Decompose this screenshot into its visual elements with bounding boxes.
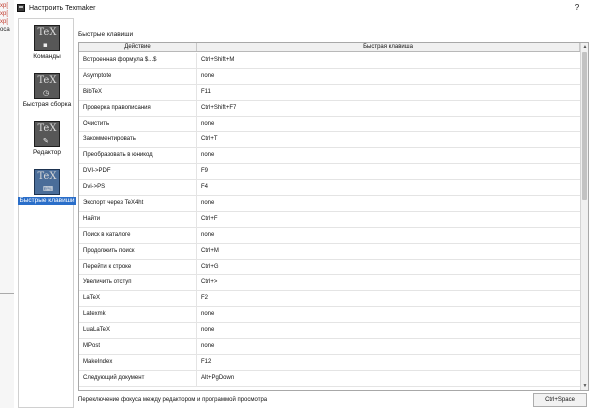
- focus-switch-shortcut-button[interactable]: Ctrl+Space: [533, 393, 587, 407]
- shortcut-cell[interactable]: none: [197, 69, 580, 84]
- column-header-shortcut[interactable]: Быстрая клавиша: [197, 43, 580, 51]
- table-row[interactable]: Экспорт через TeX4ht none: [79, 196, 580, 212]
- table-row[interactable]: LuaLaTeX none: [79, 323, 580, 340]
- action-cell: Экспорт через TeX4ht: [79, 196, 197, 211]
- table-row[interactable]: Следующий документ Alt+PgDown: [79, 370, 580, 387]
- table-body: Встроенная формула $...$ Ctrl+Shift+M Asym…: [79, 53, 580, 387]
- action-cell: Преобразовать в юникод: [79, 148, 197, 164]
- action-cell: Dvi->PS: [79, 180, 197, 196]
- shortcut-cell[interactable]: Ctrl+>: [197, 275, 580, 290]
- table-row[interactable]: MPost none: [79, 339, 580, 355]
- focus-switch-label: Переключение фокуса между редактором и п…: [78, 397, 268, 403]
- table-row[interactable]: Увеличить отступ Ctrl+>: [79, 275, 580, 292]
- action-cell: MPost: [79, 339, 197, 354]
- action-cell: Встроенная формула $...$: [79, 53, 197, 68]
- table-row[interactable]: Asymptote none: [79, 68, 580, 85]
- action-cell: Проверка правописания: [79, 100, 197, 116]
- table-row[interactable]: BibTeX F11: [79, 84, 580, 101]
- tex-quickbuild-icon: TeX ◷: [34, 73, 60, 99]
- table-header: Действие Быстрая клавиша: [79, 43, 580, 52]
- table-row[interactable]: Перейти к строке Ctrl+G: [79, 259, 580, 276]
- settings-sidebar: TeX ▪ Команды TeX ◷ Быстрая сборка TeX ✎ Ре…: [18, 18, 76, 408]
- action-cell: Asymptote: [79, 68, 197, 84]
- window-title: Настроить Texmaker: [29, 4, 96, 12]
- action-cell: BibTeX: [79, 84, 197, 100]
- shortcut-cell[interactable]: none: [197, 196, 580, 211]
- table-row[interactable]: Latexmk none: [79, 307, 580, 324]
- table-row[interactable]: DVI->PDF F9: [79, 164, 580, 181]
- shortcuts-table: Действие Быстрая клавиша Встроенная форм…: [78, 42, 589, 391]
- shortcut-cell[interactable]: none: [197, 117, 580, 132]
- shortcut-cell[interactable]: F11: [197, 85, 580, 100]
- table-row[interactable]: Поиск в каталоге none: [79, 227, 580, 244]
- shortcut-cell[interactable]: Ctrl+T: [197, 132, 580, 147]
- scroll-up-arrow-icon[interactable]: ▲: [581, 43, 588, 51]
- table-row[interactable]: Преобразовать в юникод none: [79, 148, 580, 165]
- tex-shortcuts-icon: TeX ⌨: [34, 169, 60, 195]
- table-row[interactable]: Dvi->PS F4: [79, 180, 580, 197]
- tex-editor-icon: TeX ✎: [34, 121, 60, 147]
- shortcut-cell[interactable]: none: [197, 323, 580, 338]
- action-cell: LaTeX: [79, 291, 197, 307]
- sidebar-item-label: Быстрая сборка: [22, 101, 72, 108]
- action-cell: LuaLaTeX: [79, 323, 197, 339]
- table-row[interactable]: MakeIndex F12: [79, 354, 580, 371]
- table-row[interactable]: Встроенная формула $...$ Ctrl+Shift+M: [79, 53, 580, 69]
- help-button[interactable]: ?: [571, 2, 583, 14]
- shortcut-cell[interactable]: Ctrl+Shift+F7: [197, 101, 580, 116]
- shortcut-cell[interactable]: none: [197, 228, 580, 243]
- background-code-line: xp[: [0, 3, 9, 9]
- shortcut-cell[interactable]: F9: [197, 164, 580, 179]
- table-row[interactable]: Проверка правописания Ctrl+Shift+F7: [79, 100, 580, 117]
- scrollbar-thumb[interactable]: [582, 52, 587, 200]
- shortcut-cell[interactable]: Ctrl+M: [197, 244, 580, 259]
- sidebar-item-editor[interactable]: TeX ✎ Редактор: [19, 119, 75, 167]
- background-code-line: xp[: [0, 19, 9, 25]
- sidebar-item-label: Команды: [33, 53, 61, 60]
- background-code-line: xp[: [0, 11, 9, 17]
- table-row[interactable]: Продолжить поиск Ctrl+M: [79, 243, 580, 260]
- shortcut-cell[interactable]: F4: [197, 180, 580, 195]
- shortcut-cell[interactable]: Ctrl+F: [197, 212, 580, 227]
- action-cell: MakeIndex: [79, 354, 197, 370]
- sidebar-item-label: Быстрые клавиши: [18, 197, 76, 205]
- action-cell: Закомментировать: [79, 132, 197, 148]
- section-title: Быстрые клавиши: [78, 31, 134, 38]
- action-cell: Очистить: [79, 116, 197, 132]
- shortcut-cell[interactable]: F2: [197, 291, 580, 306]
- sidebar-item-shortcuts[interactable]: TeX ⌨ Быстрые клавиши: [18, 167, 76, 215]
- shortcut-cell[interactable]: none: [197, 339, 580, 354]
- tex-commands-icon: TeX ▪: [34, 25, 60, 51]
- sidebar-item-commands[interactable]: TeX ▪ Команды: [19, 23, 75, 71]
- sidebar-item-label: Редактор: [33, 149, 61, 156]
- shortcut-cell[interactable]: none: [197, 148, 580, 163]
- shortcut-cell[interactable]: Alt+PgDown: [197, 371, 580, 386]
- action-cell: Найти: [79, 211, 197, 227]
- vertical-scrollbar[interactable]: ▲ ▼: [580, 43, 588, 390]
- action-cell: Перейти к строке: [79, 259, 197, 275]
- action-cell: Следующий документ: [79, 370, 197, 386]
- table-row[interactable]: Найти Ctrl+F: [79, 211, 580, 228]
- action-cell: Продолжить поиск: [79, 243, 197, 259]
- table-row[interactable]: Закомментировать Ctrl+T: [79, 132, 580, 149]
- table-row[interactable]: LaTeX F2: [79, 291, 580, 308]
- sidebar-item-quick-build[interactable]: TeX ◷ Быстрая сборка: [19, 71, 75, 119]
- shortcut-cell[interactable]: none: [197, 307, 580, 322]
- table-row[interactable]: Очистить none: [79, 116, 580, 133]
- shortcut-cell[interactable]: Ctrl+Shift+M: [197, 53, 580, 68]
- column-header-action[interactable]: Действие: [79, 43, 197, 51]
- action-cell: Latexmk: [79, 307, 197, 323]
- background-code-line: oca: [0, 27, 10, 33]
- title-bar: Настроить Texmaker ?: [14, 0, 591, 16]
- shortcut-cell[interactable]: F12: [197, 355, 580, 370]
- action-cell: Поиск в каталоге: [79, 227, 197, 243]
- action-cell: DVI->PDF: [79, 164, 197, 180]
- texmaker-app-icon: [17, 4, 25, 12]
- scroll-down-arrow-icon[interactable]: ▼: [581, 382, 588, 390]
- shortcut-cell[interactable]: Ctrl+G: [197, 260, 580, 275]
- action-cell: Увеличить отступ: [79, 275, 197, 291]
